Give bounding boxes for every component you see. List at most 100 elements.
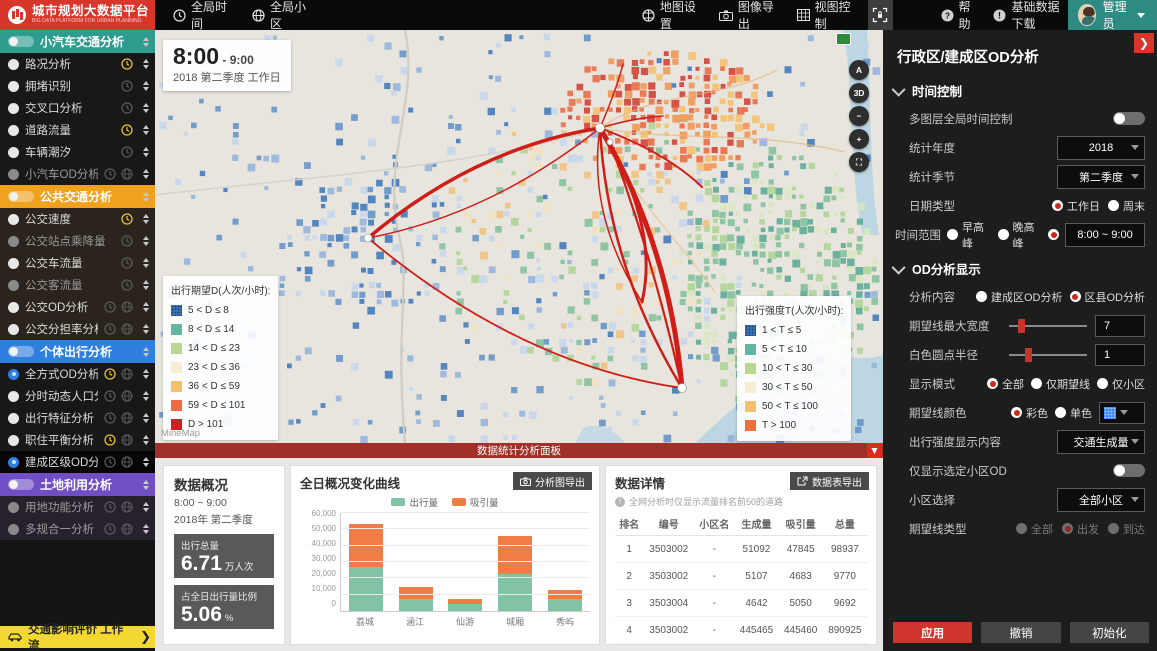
item-radio[interactable] xyxy=(8,103,19,114)
layer-sort-icon[interactable] xyxy=(143,347,149,357)
layer-sort-icon[interactable] xyxy=(143,369,149,379)
globe-icon[interactable] xyxy=(121,323,133,335)
undo-button[interactable]: 撤销 xyxy=(981,622,1060,643)
sidebar-item[interactable]: 公交OD分析 xyxy=(0,296,155,318)
item-radio[interactable] xyxy=(8,81,19,92)
sidebar-item[interactable]: 交叉口分析 xyxy=(0,97,155,119)
item-radio[interactable] xyxy=(8,524,19,535)
section-od-display[interactable]: OD分析显示 xyxy=(883,249,1157,282)
zone-select[interactable]: 全部小区 xyxy=(1057,488,1145,512)
help-button[interactable]: ? 帮助 xyxy=(941,0,976,30)
clock-icon[interactable] xyxy=(121,124,133,136)
clock-icon[interactable] xyxy=(121,80,133,92)
globe-icon[interactable] xyxy=(121,368,133,380)
clock-icon[interactable] xyxy=(121,213,133,225)
globe-icon[interactable] xyxy=(121,501,133,513)
base-data-download-button[interactable]: ! 基础数据下载 xyxy=(993,0,1068,30)
sidebar-item[interactable]: 全方式OD分析 xyxy=(0,363,155,385)
time-range-input[interactable]: 8:00 ~ 9:00 xyxy=(1065,223,1145,247)
layer-sort-icon[interactable] xyxy=(143,280,149,290)
layer-sort-icon[interactable] xyxy=(143,457,149,467)
map-canvas[interactable]: 8:00 - 9:00 2018 第二季度 工作日 出行期望D(人次/小时): … xyxy=(155,30,883,443)
global-time-button[interactable]: 全局时间 xyxy=(173,0,228,30)
view-control-button[interactable]: 视图控制 xyxy=(797,0,852,30)
layer-sort-icon[interactable] xyxy=(143,413,149,423)
clock-icon[interactable] xyxy=(104,301,116,313)
globe-icon[interactable] xyxy=(121,412,133,424)
line-type-arrival[interactable]: 到达 xyxy=(1108,521,1145,537)
day-type-weekend[interactable]: 周末 xyxy=(1108,198,1145,214)
reset-button[interactable]: 初始化 xyxy=(1070,622,1149,643)
line-color-mono[interactable]: 单色 xyxy=(1055,405,1092,421)
clock-icon[interactable] xyxy=(121,102,133,114)
clock-icon[interactable] xyxy=(121,235,133,247)
item-radio[interactable] xyxy=(8,280,19,291)
sidebar-item[interactable]: 分时动态人口分析 xyxy=(0,385,155,407)
globe-icon[interactable] xyxy=(121,301,133,313)
sidebar-section-header[interactable]: 小汽车交通分析 xyxy=(0,30,155,53)
clock-icon[interactable] xyxy=(121,146,133,158)
section-time-control[interactable]: 时间控制 xyxy=(883,71,1157,104)
sidebar-item[interactable]: 公交分担率分析 xyxy=(0,318,155,340)
line-type-departure[interactable]: 出发 xyxy=(1062,521,1099,537)
sidebar-item[interactable]: 车辆潮汐 xyxy=(0,141,155,163)
layer-sort-icon[interactable] xyxy=(143,214,149,224)
item-radio[interactable] xyxy=(8,369,19,380)
layer-sort-icon[interactable] xyxy=(143,391,149,401)
user-menu[interactable]: 管理员 xyxy=(1068,0,1157,30)
item-radio[interactable] xyxy=(8,214,19,225)
slider-thumb[interactable] xyxy=(1025,348,1032,362)
clock-icon[interactable] xyxy=(104,523,116,535)
layer-sort-icon[interactable] xyxy=(143,524,149,534)
time-range-evening-peak[interactable]: 晚高峰 xyxy=(998,219,1043,251)
map-settings-button[interactable]: 地图设置 xyxy=(642,0,697,30)
table-row[interactable]: 13503002-510924784598937 xyxy=(615,536,867,563)
clock-icon[interactable] xyxy=(121,279,133,291)
layer-sort-icon[interactable] xyxy=(143,81,149,91)
line-color-multi[interactable]: 彩色 xyxy=(1011,405,1048,421)
dot-radius-slider[interactable] xyxy=(1009,354,1087,356)
layer-sort-icon[interactable] xyxy=(143,302,149,312)
clock-icon[interactable] xyxy=(104,501,116,513)
bar-group[interactable] xyxy=(399,587,433,612)
content-district-od[interactable]: 区县OD分析 xyxy=(1070,289,1146,305)
line-type-all[interactable]: 全部 xyxy=(1016,521,1053,537)
item-radio[interactable] xyxy=(8,258,19,269)
globe-icon[interactable] xyxy=(121,168,133,180)
chart-export-button[interactable]: 分析图导出 xyxy=(513,472,592,490)
clock-icon[interactable] xyxy=(104,434,116,446)
sidebar-item[interactable]: 多规合一分析 xyxy=(0,518,155,540)
stat-season-select[interactable]: 第二季度 xyxy=(1057,165,1145,189)
item-radio[interactable] xyxy=(8,147,19,158)
clock-icon[interactable] xyxy=(104,323,116,335)
apply-button[interactable]: 应用 xyxy=(893,622,972,643)
locate-a-button[interactable]: A xyxy=(849,60,869,80)
chart-legend-item[interactable]: 吸引量 xyxy=(452,495,499,509)
intensity-content-select[interactable]: 交通生成量 xyxy=(1057,430,1145,454)
table-row[interactable]: 43503002-445465445460890925 xyxy=(615,617,867,644)
sidebar-item[interactable]: 公交车流量 xyxy=(0,252,155,274)
sidebar-item[interactable]: 公交速度 xyxy=(0,208,155,230)
sidebar-item[interactable]: 职住平衡分析 xyxy=(0,429,155,451)
sidebar-item[interactable]: 公交站点乘降量 xyxy=(0,230,155,252)
layer-sort-icon[interactable] xyxy=(143,147,149,157)
layer-sort-icon[interactable] xyxy=(143,324,149,334)
item-radio[interactable] xyxy=(8,125,19,136)
section-toggle[interactable] xyxy=(8,479,34,490)
dot-radius-value[interactable]: 1 xyxy=(1095,344,1145,366)
item-radio[interactable] xyxy=(8,413,19,424)
layer-sort-icon[interactable] xyxy=(143,502,149,512)
time-range-morning-peak[interactable]: 早高峰 xyxy=(947,219,992,251)
clock-icon[interactable] xyxy=(104,412,116,424)
time-range-custom-radio[interactable] xyxy=(1048,229,1059,240)
clock-icon[interactable] xyxy=(121,257,133,269)
item-radio[interactable] xyxy=(8,169,19,180)
stats-panel-bar[interactable]: 数据统计分析面板 ▼ xyxy=(155,443,883,458)
item-radio[interactable] xyxy=(8,435,19,446)
zoom-out-button[interactable]: − xyxy=(849,106,869,126)
item-radio[interactable] xyxy=(8,59,19,70)
bar-group[interactable] xyxy=(349,524,383,611)
layer-sort-icon[interactable] xyxy=(143,480,149,490)
3d-button[interactable]: 3D xyxy=(849,83,869,103)
mode-zones-only[interactable]: 仅小区 xyxy=(1097,376,1145,392)
